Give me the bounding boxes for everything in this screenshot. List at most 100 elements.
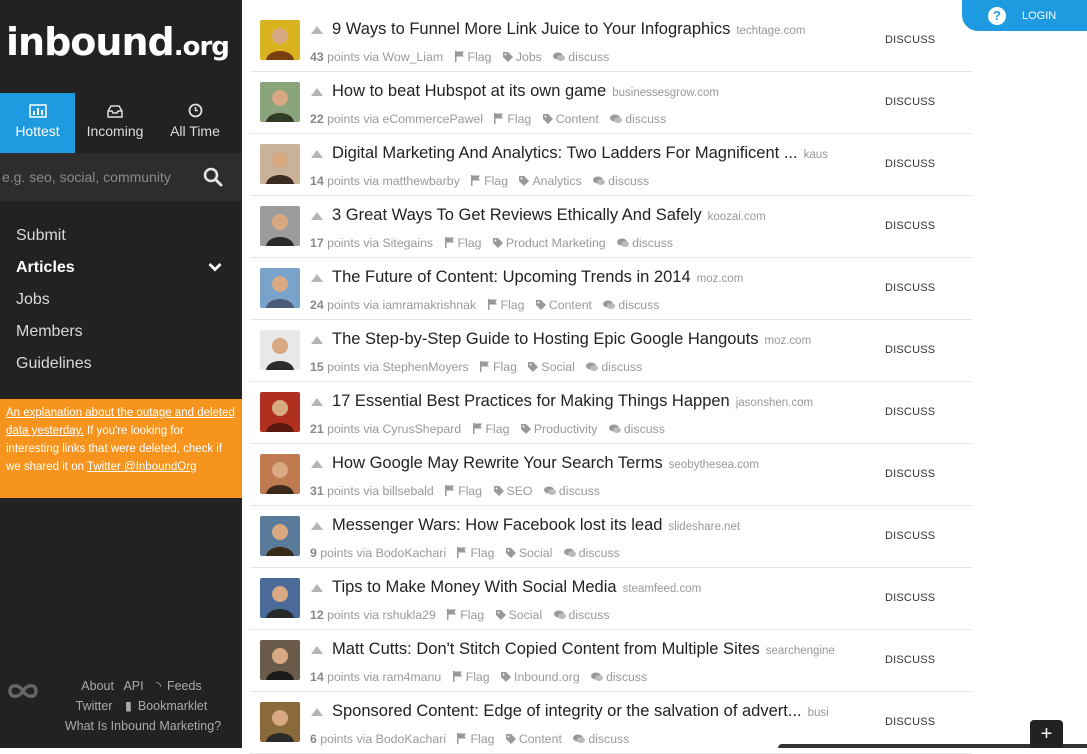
article-domain[interactable]: searchengine [766, 645, 835, 657]
footer-twitter-link[interactable]: Twitter [76, 699, 113, 713]
site-logo[interactable]: inbound.org [6, 20, 230, 64]
tag-link[interactable]: Productivity [534, 422, 598, 436]
avatar[interactable] [260, 330, 300, 370]
upvote-icon[interactable] [311, 646, 323, 654]
upvote-icon[interactable] [311, 150, 323, 158]
tag-link[interactable]: Content [549, 298, 592, 312]
article-domain[interactable]: koozai.com [708, 211, 766, 223]
discuss-link[interactable]: discuss [625, 112, 666, 126]
add-button[interactable]: + [1030, 720, 1063, 748]
discuss-button[interactable]: DISCUSS [885, 530, 935, 542]
tag-link[interactable]: Social [509, 608, 543, 622]
submitter-link[interactable]: Wow_Liam [382, 50, 443, 64]
discuss-link[interactable]: discuss [608, 174, 649, 188]
discuss-button[interactable]: DISCUSS [885, 282, 935, 294]
footer-what-is-link[interactable]: What Is Inbound Marketing? [65, 719, 221, 733]
article-title-link[interactable]: 3 Great Ways To Get Reviews Ethically An… [332, 206, 766, 225]
submitter-link[interactable]: rshukla29 [382, 608, 435, 622]
nav-item-jobs[interactable]: Jobs [16, 284, 226, 316]
flag-link[interactable]: Flag [468, 50, 492, 64]
footer-about-link[interactable]: About [81, 679, 114, 693]
footer-api-link[interactable]: API [123, 679, 143, 693]
upvote-icon[interactable] [311, 88, 323, 96]
avatar[interactable] [260, 392, 300, 432]
tag-link[interactable]: Analytics [532, 174, 581, 188]
tab-hottest[interactable]: Hottest [0, 93, 75, 153]
upvote-icon[interactable] [311, 708, 323, 716]
article-domain[interactable]: businessesgrow.com [612, 87, 719, 99]
flag-link[interactable]: Flag [486, 422, 510, 436]
upvote-icon[interactable] [311, 274, 323, 282]
avatar[interactable] [260, 702, 300, 742]
tag-link[interactable]: Product Marketing [506, 236, 606, 250]
submitter-link[interactable]: eCommercePawel [382, 112, 482, 126]
article-domain[interactable]: seobythesea.com [669, 459, 759, 471]
flag-link[interactable]: Flag [466, 670, 490, 684]
article-title-link[interactable]: The Step-by-Step Guide to Hosting Epic G… [332, 330, 811, 349]
flag-link[interactable]: Flag [470, 732, 494, 746]
upvote-icon[interactable] [311, 522, 323, 530]
nav-item-articles[interactable]: Articles [16, 252, 226, 284]
tab-all-time[interactable]: All Time [155, 93, 235, 153]
discuss-button[interactable]: DISCUSS [885, 468, 935, 480]
submitter-link[interactable]: matthewbarby [382, 174, 459, 188]
tag-link[interactable]: Social [519, 546, 553, 560]
discuss-link[interactable]: discuss [569, 608, 610, 622]
login-button[interactable]: ? LOGIN [962, 0, 1087, 31]
avatar[interactable] [260, 578, 300, 618]
upvote-icon[interactable] [311, 212, 323, 220]
submitter-link[interactable]: billsebald [382, 484, 433, 498]
discuss-link[interactable]: discuss [606, 670, 647, 684]
discuss-button[interactable]: DISCUSS [885, 592, 935, 604]
flag-link[interactable]: Flag [460, 608, 484, 622]
discuss-link[interactable]: discuss [601, 360, 642, 374]
article-title-link[interactable]: How Google May Rewrite Your Search Terms… [332, 454, 759, 473]
tag-link[interactable]: Jobs [516, 50, 542, 64]
avatar[interactable] [260, 454, 300, 494]
flag-link[interactable]: Flag [470, 546, 494, 560]
avatar[interactable] [260, 144, 300, 184]
flag-link[interactable]: Flag [501, 298, 525, 312]
tag-link[interactable]: Content [556, 112, 599, 126]
flag-link[interactable]: Flag [458, 236, 482, 250]
avatar[interactable] [260, 206, 300, 246]
tag-link[interactable]: Content [519, 732, 562, 746]
discuss-button[interactable]: DISCUSS [885, 406, 935, 418]
tag-link[interactable]: Social [541, 360, 575, 374]
avatar[interactable] [260, 268, 300, 308]
article-domain[interactable]: moz.com [697, 273, 744, 285]
tag-link[interactable]: SEO [507, 484, 533, 498]
discuss-link[interactable]: discuss [559, 484, 600, 498]
discuss-button[interactable]: DISCUSS [885, 654, 935, 666]
upvote-icon[interactable] [311, 460, 323, 468]
flag-link[interactable]: Flag [493, 360, 517, 374]
article-domain[interactable]: techtage.com [736, 25, 805, 37]
discuss-link[interactable]: discuss [588, 732, 629, 746]
upvote-icon[interactable] [311, 584, 323, 592]
discuss-button[interactable]: DISCUSS [885, 158, 935, 170]
submitter-link[interactable]: BodoKachari [376, 546, 446, 560]
article-title-link[interactable]: Tips to Make Money With Social Media stea… [332, 578, 701, 597]
submitter-link[interactable]: Sitegains [382, 236, 433, 250]
nav-item-guidelines[interactable]: Guidelines [16, 348, 226, 380]
footer-feeds-link[interactable]: ◝ Feeds [153, 679, 205, 693]
nav-item-members[interactable]: Members [16, 316, 226, 348]
help-icon[interactable]: ? [988, 7, 1006, 25]
avatar[interactable] [260, 516, 300, 556]
discuss-button[interactable]: DISCUSS [885, 716, 935, 728]
article-domain[interactable]: moz.com [765, 335, 812, 347]
discuss-button[interactable]: DISCUSS [885, 220, 935, 232]
submitter-link[interactable]: StephenMoyers [382, 360, 468, 374]
avatar[interactable] [260, 20, 300, 60]
article-domain[interactable]: steamfeed.com [623, 583, 702, 595]
discuss-button[interactable]: DISCUSS [885, 344, 935, 356]
discuss-button[interactable]: DISCUSS [885, 96, 935, 108]
discuss-link[interactable]: discuss [624, 422, 665, 436]
article-title-link[interactable]: Digital Marketing And Analytics: Two Lad… [332, 144, 828, 163]
article-domain[interactable]: kaus [804, 149, 828, 161]
discuss-link[interactable]: discuss [632, 236, 673, 250]
article-title-link[interactable]: How to beat Hubspot at its own game busin… [332, 82, 719, 101]
article-domain[interactable]: slideshare.net [668, 521, 740, 533]
flag-link[interactable]: Flag [507, 112, 531, 126]
article-title-link[interactable]: Sponsored Content: Edge of integrity or … [332, 702, 829, 721]
